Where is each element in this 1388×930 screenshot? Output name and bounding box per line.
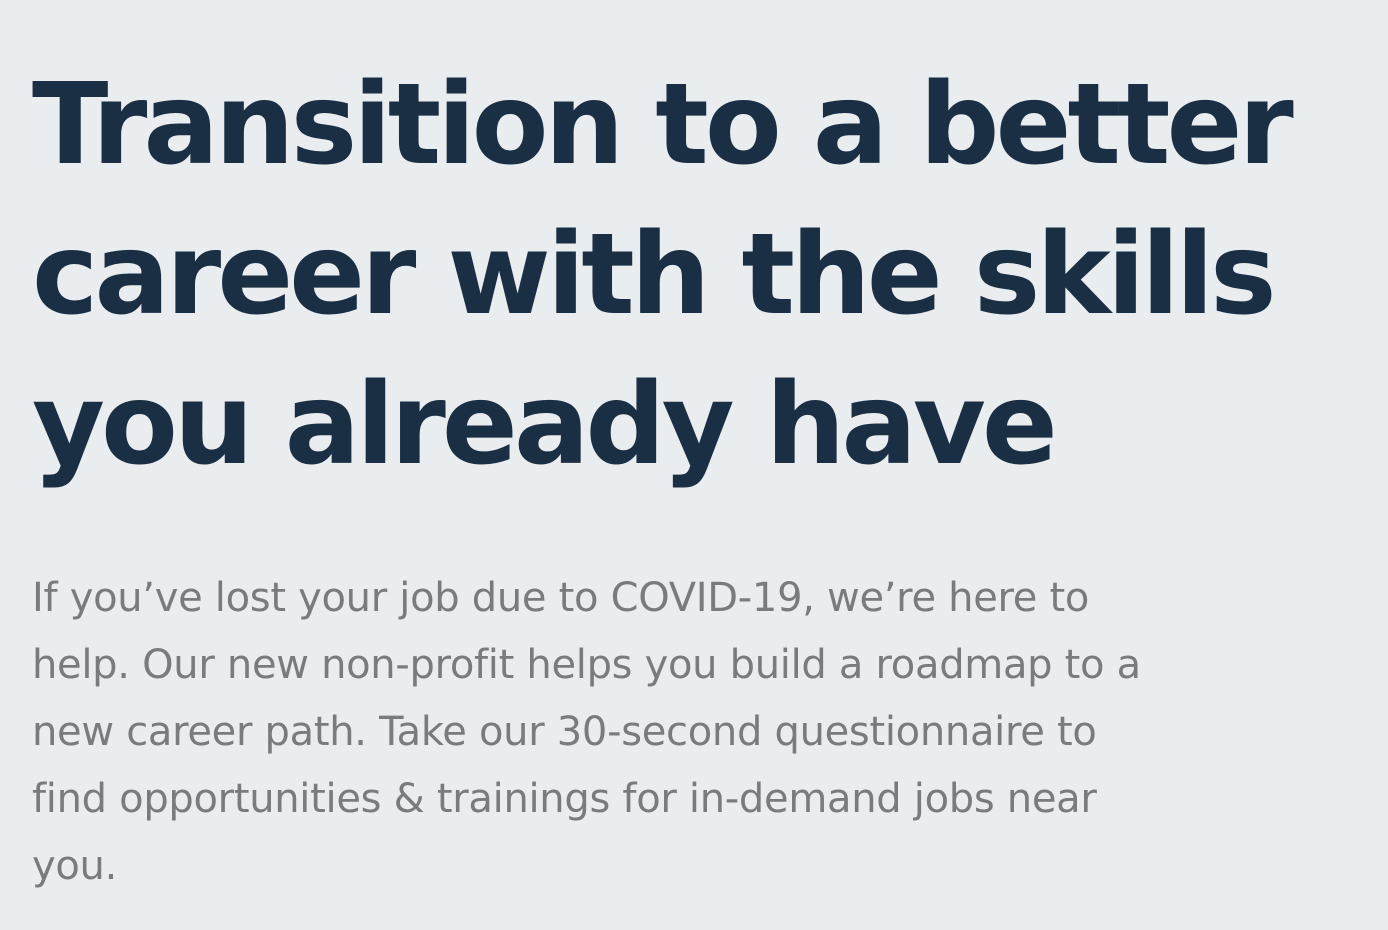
hero-subtitle: If you’ve lost your job due to COVID-19,… [32,565,1302,900]
hero-section: Transition to a better career with the s… [32,50,1382,500]
hero-title-line-1: Transition to a better [32,60,1294,190]
hero-title: Transition to a better career with the s… [32,50,1382,500]
hero-title-line-3: you already have [32,360,1058,490]
hero-subtitle-line-4: find opportunities & trainings for in-de… [32,776,1097,822]
hero-subtitle-line-5: you. [32,843,118,889]
hero-subtitle-line-2: help. Our new non-profit helps you build… [32,642,1141,688]
hero-subtitle-line-3: new career path. Take our 30-second ques… [32,709,1097,755]
hero-subtitle-line-1: If you’ve lost your job due to COVID-19,… [32,575,1090,621]
hero-title-line-2: career with the skills [32,210,1277,340]
